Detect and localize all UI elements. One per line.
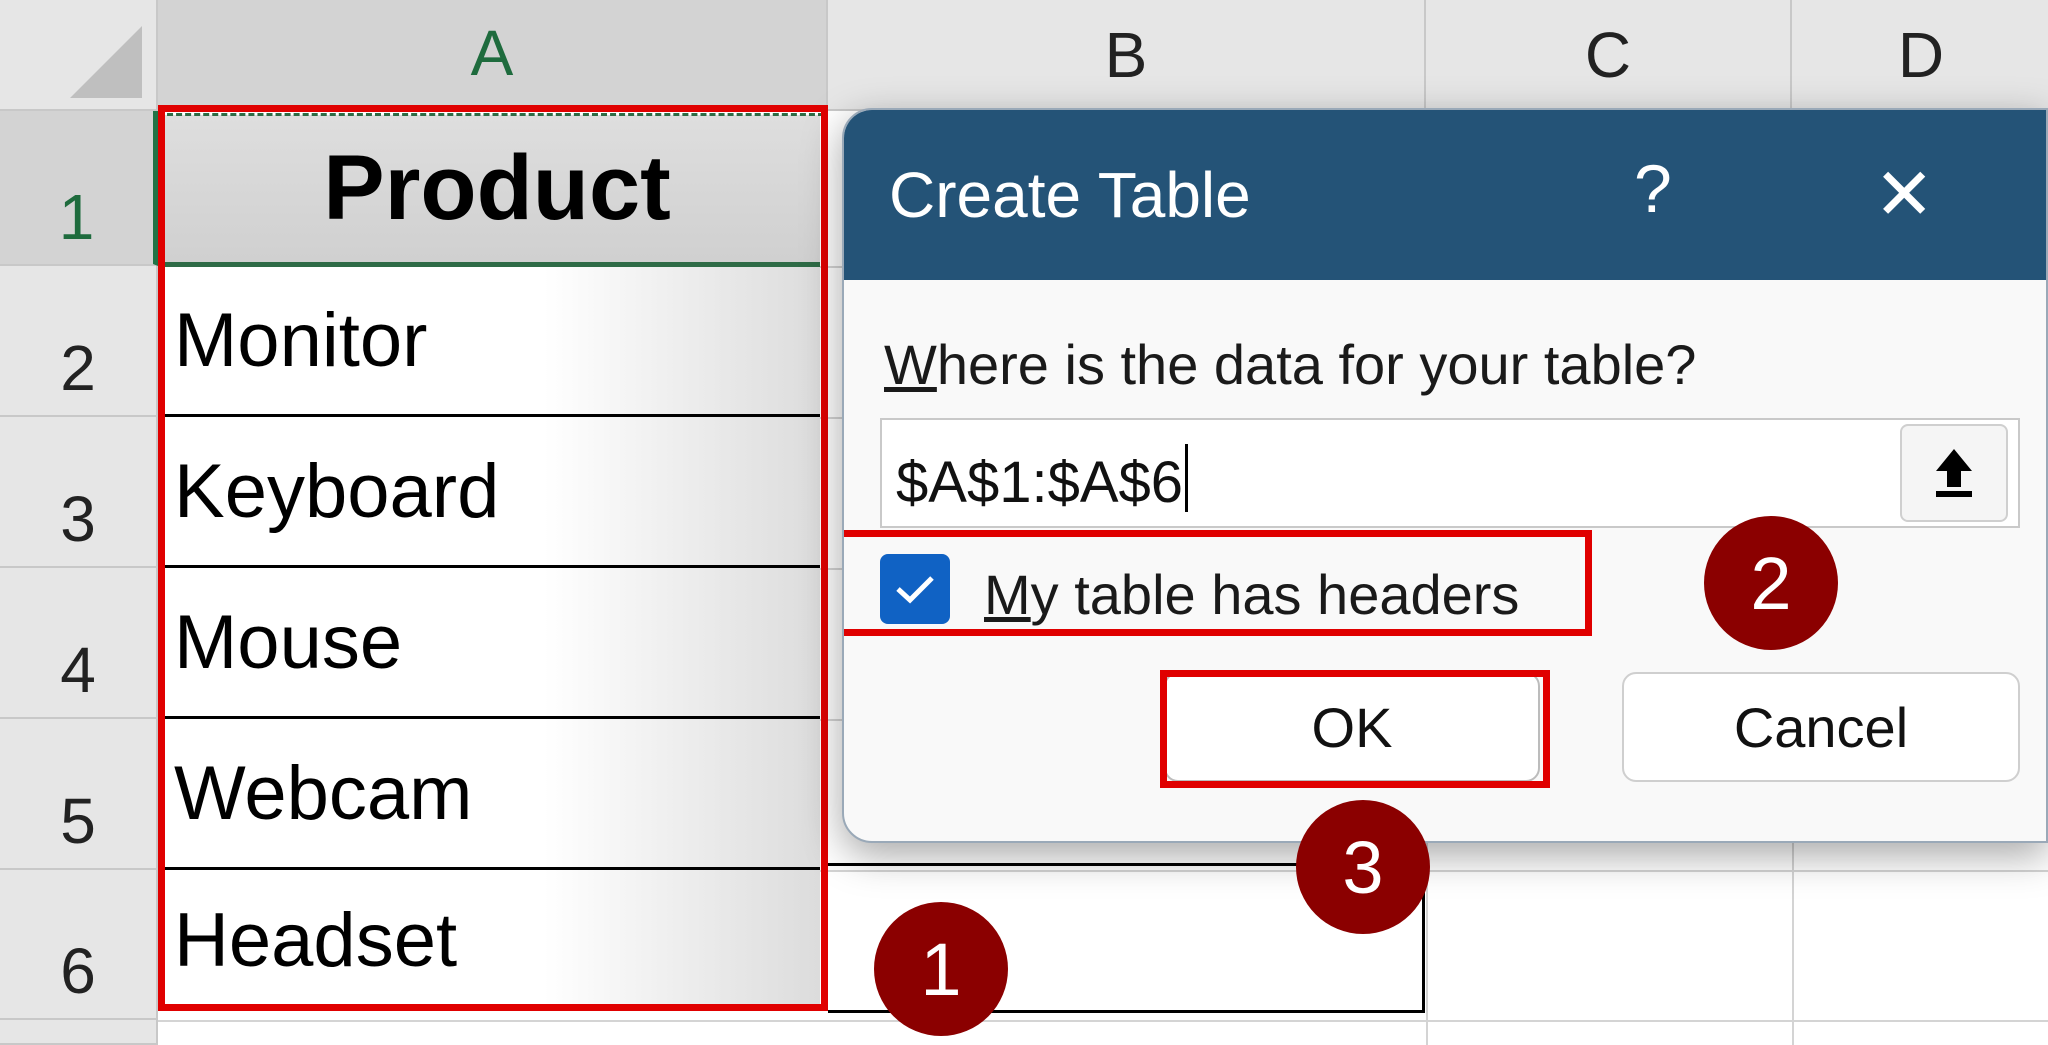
cell-a4[interactable]: Mouse: [162, 568, 820, 719]
dialog-title: Create Table: [889, 159, 1251, 231]
step-badge-2: 2: [1704, 516, 1838, 650]
collapse-dialog-button[interactable]: [1900, 424, 2008, 522]
range-value-text: $A$1:$A$6: [896, 450, 1184, 515]
row-header-4[interactable]: 4: [0, 568, 158, 719]
cell-a5[interactable]: Webcam: [162, 719, 820, 870]
step-badge-1: 1: [874, 902, 1008, 1036]
row-header-2[interactable]: 2: [0, 266, 158, 417]
column-header-a[interactable]: A: [158, 0, 828, 111]
help-icon[interactable]: ?: [1634, 150, 1672, 228]
column-header-b[interactable]: B: [828, 0, 1426, 111]
column-header-c[interactable]: C: [1426, 0, 1792, 111]
range-value: $A$1:$A$6: [896, 444, 1189, 516]
column-header-d[interactable]: D: [1792, 0, 2048, 111]
highlight-ok-box: [1160, 670, 1550, 788]
prompt-accelerator: W: [884, 333, 937, 396]
gridline: [158, 1020, 2048, 1022]
row-header-6[interactable]: 6: [0, 870, 158, 1020]
cell-a2[interactable]: Monitor: [162, 267, 820, 417]
row-header-5[interactable]: 5: [0, 719, 158, 870]
select-all-triangle-icon: [70, 26, 142, 98]
dialog-titlebar[interactable]: Create Table ? ✕: [844, 110, 2046, 280]
text-caret: [1185, 444, 1189, 512]
select-all-corner[interactable]: [0, 0, 158, 111]
prompt-text: here is the data for your table?: [936, 333, 1697, 396]
cancel-button[interactable]: Cancel: [1622, 672, 2020, 782]
cell-a3[interactable]: Keyboard: [162, 417, 820, 568]
highlight-checkbox-box: [844, 530, 1592, 636]
step-badge-3: 3: [1296, 800, 1430, 934]
create-table-dialog: Create Table ? ✕ Where is the data for y…: [842, 108, 2048, 843]
row-header-3[interactable]: 3: [0, 417, 158, 568]
row-header-1[interactable]: 1: [0, 111, 158, 266]
range-prompt-label: Where is the data for your table?: [884, 332, 1696, 397]
cell-a1-header[interactable]: Product: [162, 115, 820, 267]
upload-arrow-icon: [1936, 449, 1972, 497]
close-icon[interactable]: ✕: [1874, 152, 1934, 236]
cell-a6[interactable]: Headset: [162, 870, 820, 1010]
row-header-7[interactable]: [0, 1020, 158, 1045]
